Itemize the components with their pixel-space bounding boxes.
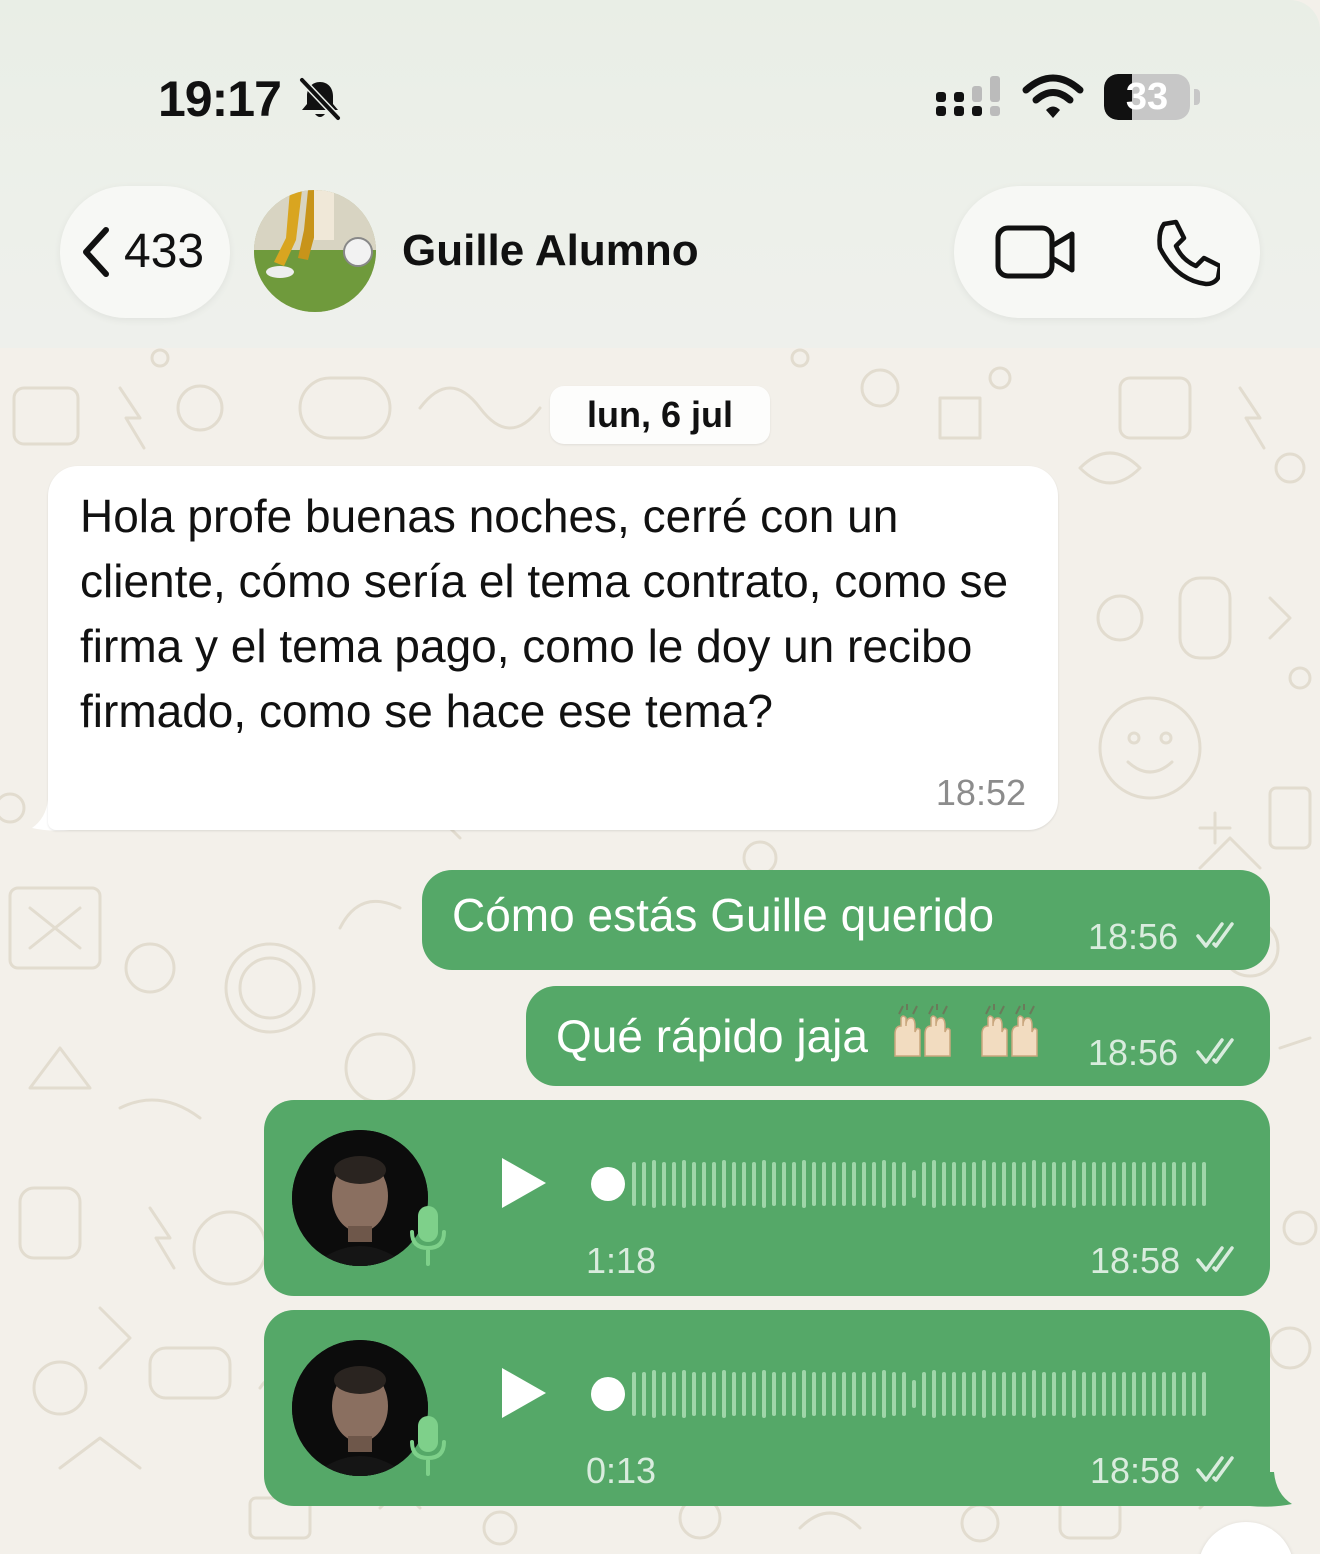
date-separator: lun, 6 jul (550, 386, 770, 444)
outgoing-message[interactable]: Cómo estás Guille querido 18:56 (422, 870, 1270, 970)
read-receipt-icon (1196, 922, 1234, 948)
status-time: 19:17 (158, 71, 282, 127)
play-icon[interactable] (498, 1366, 548, 1420)
message-time: 18:56 (1088, 1032, 1179, 1073)
video-call-icon[interactable] (994, 222, 1078, 282)
message-text: Hola profe buenas noches, cerré con un c… (80, 490, 1009, 737)
audio-waveform[interactable] (590, 1366, 1230, 1422)
cellular-signal-icon (936, 76, 1000, 116)
back-button[interactable]: 433 (60, 186, 230, 318)
read-receipt-icon (1196, 1038, 1234, 1064)
message-time: 18:58 (1090, 1450, 1181, 1491)
message-time: 18:52 (935, 772, 1026, 813)
voice-message[interactable]: 1:18 18:58 (264, 1100, 1270, 1296)
voice-duration: 1:18 (586, 1240, 657, 1281)
wifi-icon (1022, 74, 1084, 118)
raising-hands-emoji (894, 1004, 951, 1057)
read-receipt-icon (1196, 1246, 1234, 1272)
battery-icon: 33 (1104, 74, 1200, 120)
outgoing-message[interactable]: Qué rápido jaja 18:56 (526, 986, 1270, 1086)
unread-count: 433 (124, 225, 205, 278)
message-time: 18:58 (1090, 1240, 1181, 1281)
microphone-icon (410, 1416, 446, 1476)
battery-level: 33 (1125, 76, 1169, 118)
bell-slash-icon (299, 77, 341, 121)
chevron-left-icon (83, 227, 109, 277)
raising-hands-emoji (980, 1004, 1038, 1057)
contact-avatar[interactable] (254, 190, 376, 312)
incoming-message[interactable]: Hola profe buenas noches, cerré con un c… (48, 466, 1058, 830)
voice-duration: 0:13 (586, 1450, 657, 1491)
phone-call-icon[interactable] (1150, 218, 1220, 288)
voice-message[interactable]: 0:13 18:58 (264, 1310, 1270, 1506)
play-icon[interactable] (498, 1156, 548, 1210)
message-text: Cómo estás Guille querido (452, 889, 995, 941)
message-time: 18:56 (1088, 916, 1179, 957)
read-receipt-icon (1196, 1456, 1234, 1482)
outgoing-bubble-tail (1250, 1472, 1292, 1507)
call-actions (954, 186, 1260, 318)
microphone-icon (410, 1206, 446, 1266)
contact-name[interactable]: Guille Alumno (402, 226, 699, 276)
message-text-row: Qué rápido jaja (556, 1004, 1042, 1063)
message-text: Qué rápido jaja (556, 1010, 868, 1062)
audio-waveform[interactable] (590, 1156, 1230, 1212)
